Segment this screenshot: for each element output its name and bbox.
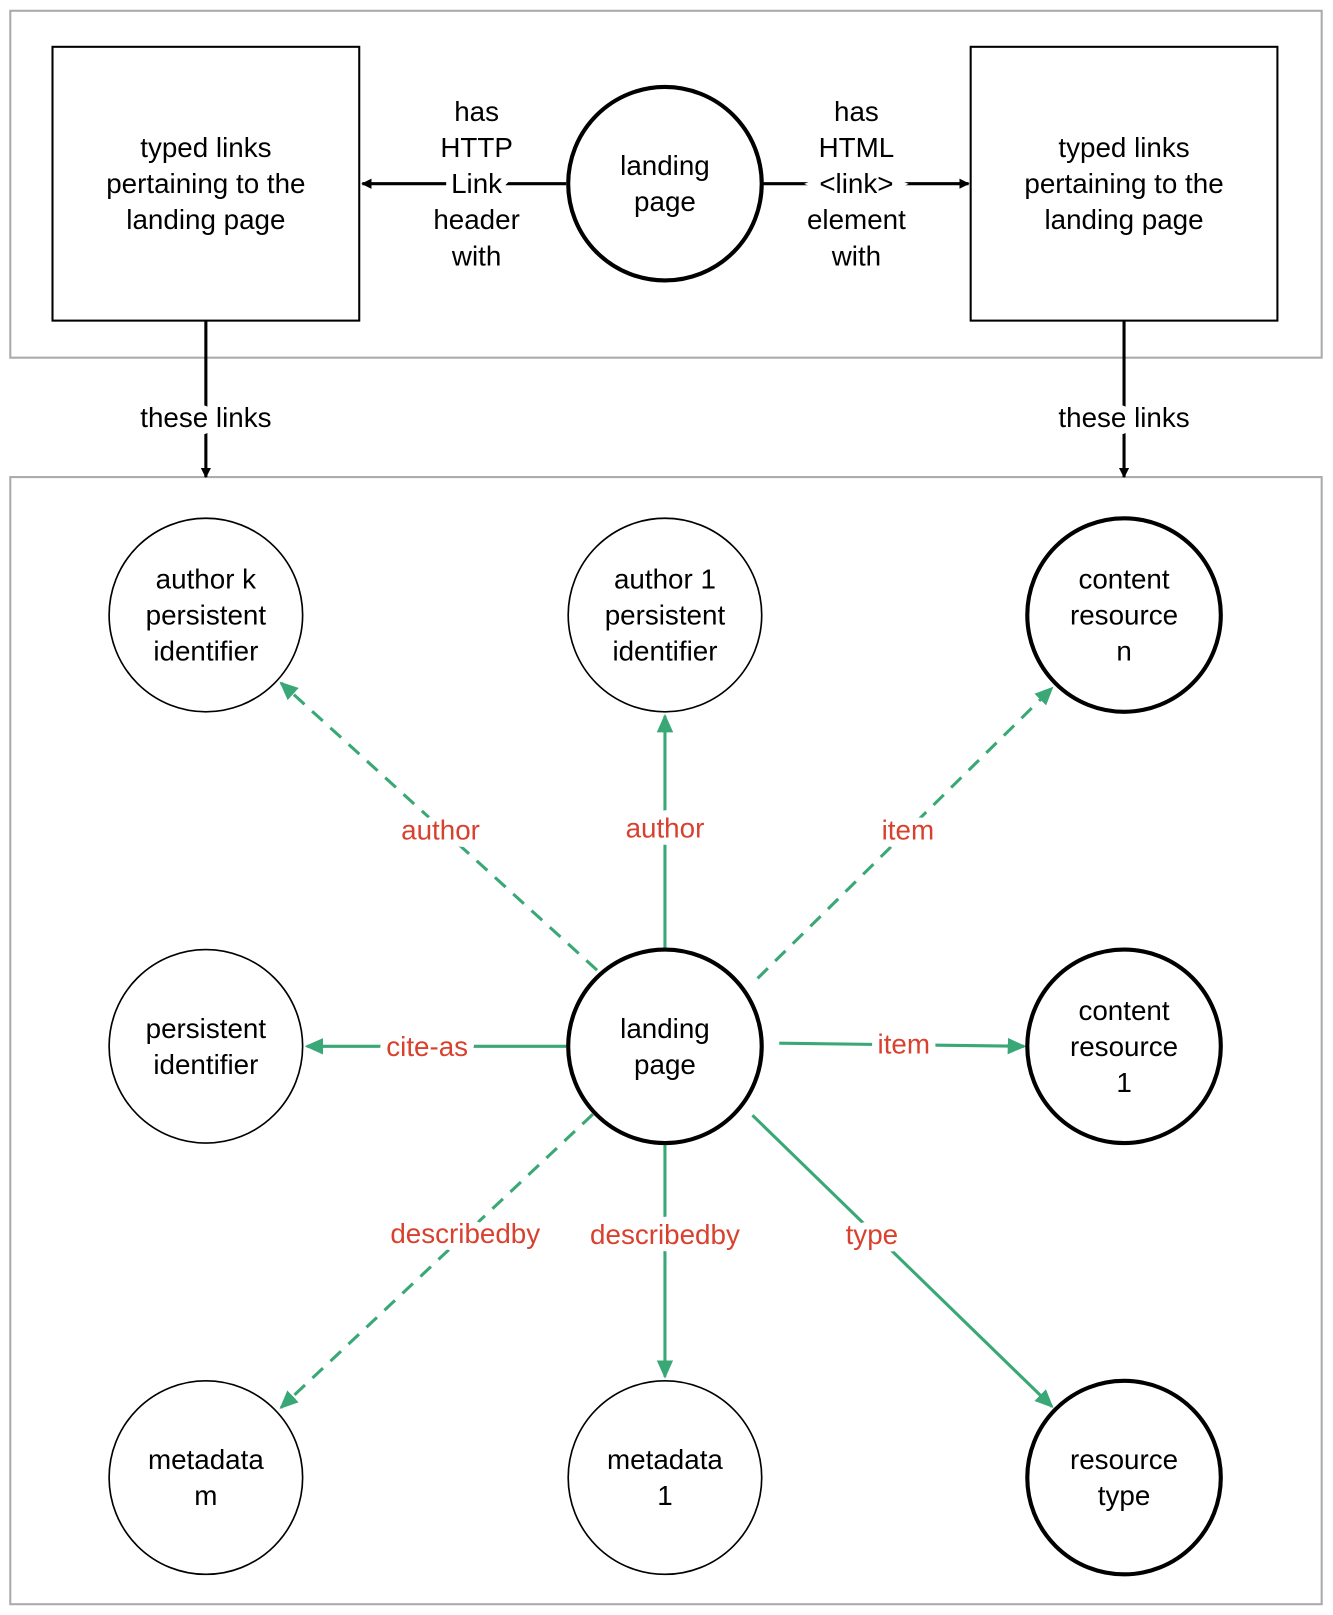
edge-label-content-1: item <box>878 1029 930 1060</box>
top-landing-page-label: page <box>634 186 696 217</box>
node-label-resource-type: type <box>1098 1480 1151 1511</box>
node-label-content-1: content <box>1078 995 1169 1026</box>
right-these-links-label: these links <box>1058 402 1189 433</box>
http-link-header-label: HTTP <box>440 132 513 163</box>
right-box-label: typed links <box>1058 132 1189 163</box>
edge-label-resource-type: type <box>846 1219 899 1250</box>
typed-links-diagram: landing page typed links pertaining to the l… <box>9 9 1323 1606</box>
node-label-persistent-id: identifier <box>153 1049 258 1080</box>
node-label-author-1: identifier <box>612 636 717 667</box>
node-label-content-n: content <box>1078 563 1169 594</box>
top-landing-page-node <box>566 84 764 283</box>
html-link-element-label: element <box>807 204 906 235</box>
node-label-content-n: resource <box>1070 600 1178 631</box>
node-metadata-m <box>108 1380 304 1576</box>
node-label-author-1: persistent <box>605 600 726 631</box>
node-label-metadata-m: m <box>194 1480 217 1511</box>
node-label-resource-type: resource <box>1070 1444 1178 1475</box>
node-label-author-k: identifier <box>153 636 258 667</box>
node-label-metadata-m: metadata <box>148 1444 264 1475</box>
left-box-label: typed links <box>140 132 271 163</box>
node-label-persistent-id: persistent <box>146 1013 267 1044</box>
left-box-label: landing page <box>126 204 285 235</box>
left-these-links-label: these links <box>140 402 271 433</box>
html-link-element-label: has <box>834 96 879 127</box>
node-metadata-1 <box>567 1380 763 1576</box>
http-link-header-label: header <box>433 204 520 235</box>
edge-label-author-1: author <box>626 813 705 844</box>
node-label-content-1: resource <box>1070 1031 1178 1062</box>
node-label-content-1: 1 <box>1116 1067 1131 1098</box>
node-landing <box>566 947 764 1146</box>
http-link-header-label: with <box>451 240 501 271</box>
left-box-label: pertaining to the <box>106 168 305 199</box>
html-link-element-label: HTML <box>819 132 895 163</box>
html-link-element-label: with <box>831 240 881 271</box>
node-label-content-n: n <box>1116 636 1131 667</box>
node-label-author-1: author 1 <box>614 563 716 594</box>
node-label-metadata-1: metadata <box>607 1444 723 1475</box>
edge-label-metadata-m: describedby <box>390 1218 540 1249</box>
edge-label-persistent-id: cite-as <box>386 1031 468 1062</box>
node-label-landing: landing <box>620 1013 710 1044</box>
edge-label-metadata-1: describedby <box>590 1219 740 1250</box>
html-link-element-label: <link> <box>819 168 893 199</box>
node-label-author-k: persistent <box>146 600 267 631</box>
http-link-header-label: Link <box>451 168 502 199</box>
top-landing-page-label: landing <box>620 150 710 181</box>
edge-label-content-n: item <box>882 815 934 846</box>
node-persistent-id <box>108 948 304 1144</box>
node-label-author-k: author k <box>156 563 256 594</box>
edge-resource-type <box>751 1114 1054 1409</box>
http-link-header-label: has <box>454 96 499 127</box>
right-box-label: landing page <box>1044 204 1203 235</box>
node-label-landing: page <box>634 1049 696 1080</box>
right-box-label: pertaining to the <box>1024 168 1223 199</box>
node-label-metadata-1: 1 <box>657 1480 672 1511</box>
edge-label-author-k: author <box>401 815 480 846</box>
edge-metadata-m <box>279 1113 594 1410</box>
node-resource-type <box>1025 1378 1223 1577</box>
